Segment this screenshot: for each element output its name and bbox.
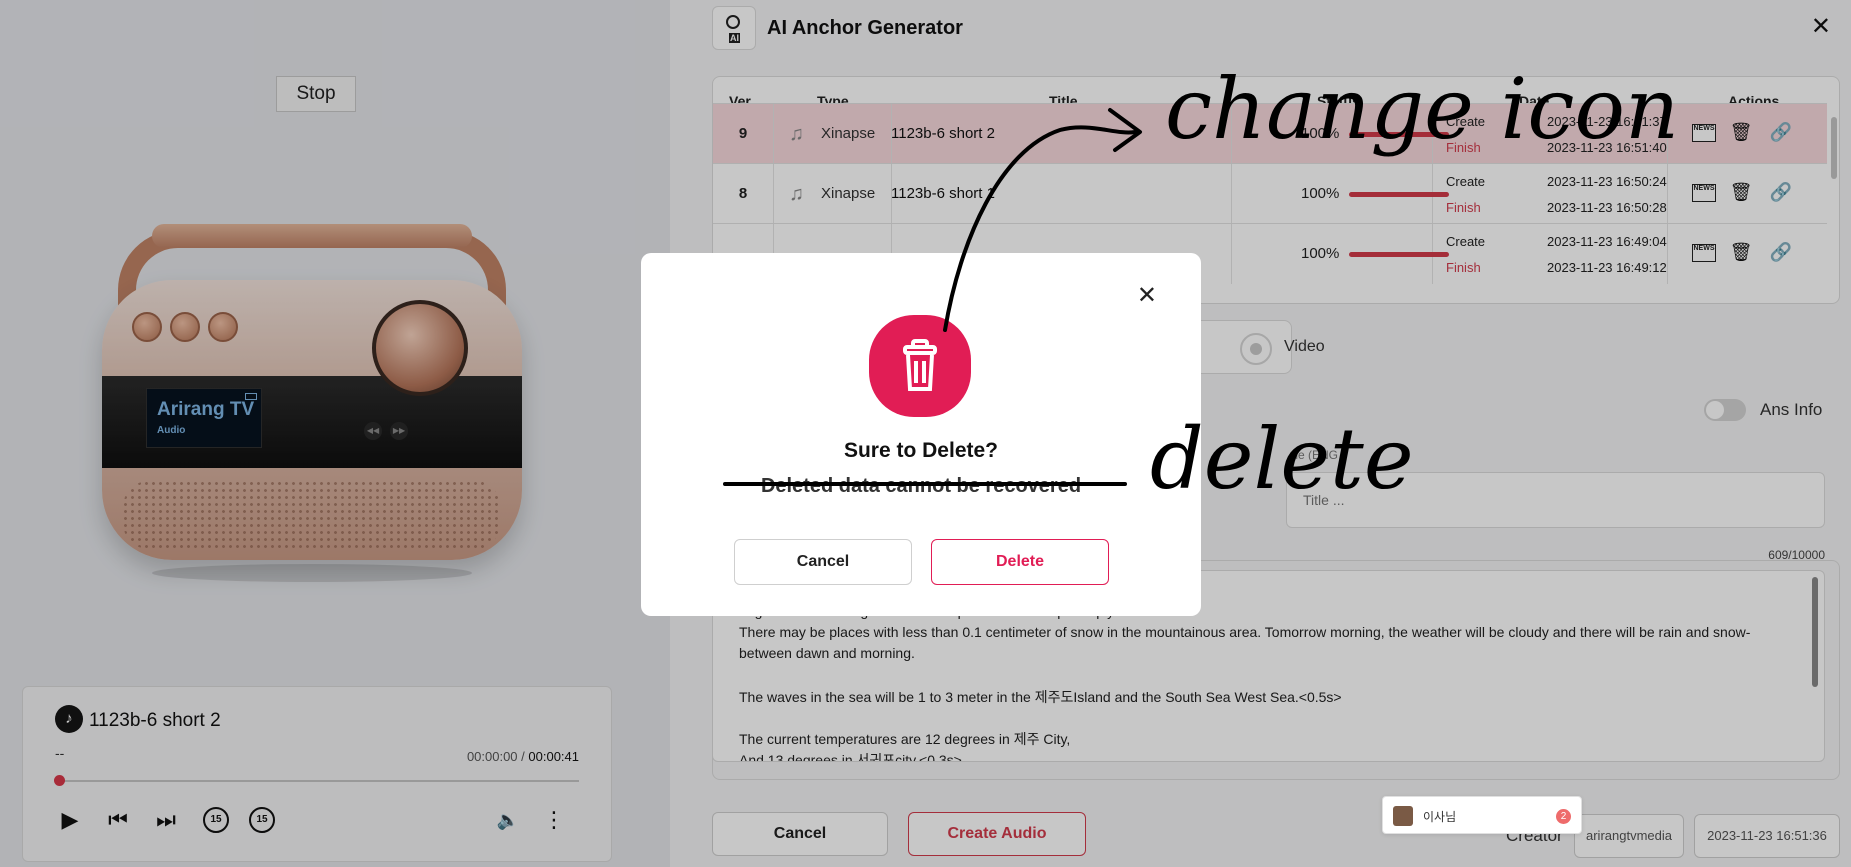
annotation-change-icon: change icon — [1165, 60, 1680, 158]
trash-icon — [869, 315, 971, 417]
chat-name: 이사님 — [1423, 810, 1457, 824]
dialog-delete-button[interactable]: Delete — [931, 539, 1109, 585]
dialog-description: Deleted data cannot be recovered — [760, 475, 1082, 497]
close-icon[interactable]: ✕ — [1137, 281, 1157, 310]
annotation-delete: delete — [1150, 410, 1414, 508]
dialog-cancel-button[interactable]: Cancel — [734, 539, 912, 585]
unread-badge: 2 — [1556, 809, 1571, 824]
dialog-title: Sure to Delete? — [843, 439, 999, 462]
chat-notification[interactable]: 이사님 2 — [1382, 796, 1582, 834]
avatar — [1393, 806, 1413, 826]
delete-confirm-dialog: ✕ Sure to Delete? Deleted data cannot be… — [641, 253, 1201, 616]
